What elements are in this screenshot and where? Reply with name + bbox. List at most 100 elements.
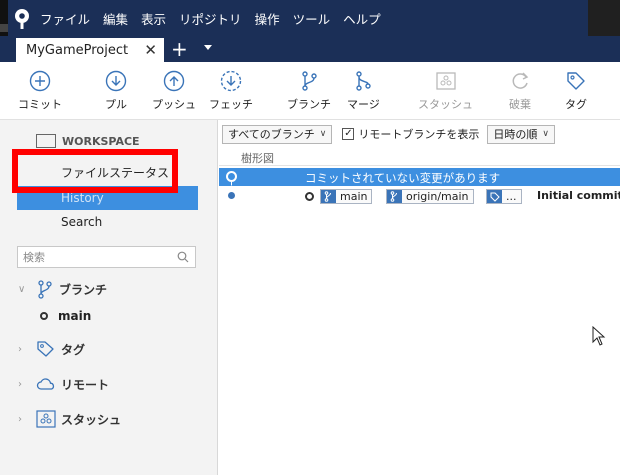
branch-icon bbox=[387, 190, 402, 203]
branch-label: main bbox=[58, 309, 92, 323]
commit-row-initial[interactable]: main origin/main ... Initial commit bbox=[219, 187, 620, 206]
window-edge bbox=[588, 0, 620, 36]
sort-order-dropdown[interactable]: 日時の順 ∨ bbox=[487, 124, 555, 144]
branch-filter-dropdown[interactable]: すべてのブランチ ∨ bbox=[222, 124, 333, 144]
tab-title: MyGameProject bbox=[26, 42, 129, 58]
commit-message: コミットされていない変更があります bbox=[305, 171, 501, 185]
discard-icon bbox=[512, 72, 529, 89]
tag-button[interactable]: タグ bbox=[565, 70, 587, 112]
tab-mygameproject[interactable]: MyGameProject ✕ bbox=[16, 38, 164, 62]
graph-node-icon bbox=[226, 171, 237, 182]
pull-button[interactable]: プル bbox=[105, 70, 127, 112]
pull-label: プル bbox=[105, 98, 127, 111]
menu-edit[interactable]: 編集 bbox=[103, 9, 128, 28]
sidebar-item-label: ファイルステータス bbox=[61, 165, 170, 180]
section-tags[interactable]: › タグ bbox=[18, 338, 85, 360]
branch-label: ブランチ bbox=[287, 98, 331, 111]
ref-badge-tag: ... bbox=[486, 189, 522, 204]
sidebar-search bbox=[17, 246, 196, 268]
chevron-down-icon: ∨ bbox=[542, 129, 549, 139]
ref-badge-origin-main: origin/main bbox=[386, 189, 474, 204]
menu-bar: ファイル 編集 表示 リポジトリ 操作 ツール ヘルプ bbox=[0, 0, 620, 36]
arrow-down-circle-icon bbox=[105, 70, 127, 92]
workspace-title: WORKSPACE bbox=[62, 134, 140, 148]
column-graph[interactable]: 樹形図 bbox=[241, 150, 274, 166]
push-label: プッシュ bbox=[152, 98, 196, 111]
show-remote-branches-checkbox[interactable]: ✓ リモートブランチを表示 bbox=[342, 126, 479, 142]
push-button[interactable]: プッシュ bbox=[152, 70, 196, 112]
sidebar-item-search[interactable]: Search bbox=[17, 210, 198, 234]
sidebar: WORKSPACE ファイルステータス History Search ∨ ブラン… bbox=[0, 120, 218, 475]
section-label: リモート bbox=[61, 377, 110, 392]
current-branch-icon bbox=[40, 312, 48, 320]
branch-icon bbox=[38, 280, 52, 299]
workspace-header: WORKSPACE bbox=[36, 134, 140, 148]
workspace-icon bbox=[36, 134, 56, 148]
merge-label: マージ bbox=[347, 98, 380, 111]
tab-bar: MyGameProject ✕ + bbox=[0, 36, 620, 62]
checkbox-checked-icon: ✓ bbox=[342, 128, 355, 140]
cloud-icon bbox=[36, 378, 55, 390]
menu-help[interactable]: ヘルプ bbox=[343, 9, 381, 28]
fetch-button[interactable]: フェッチ bbox=[209, 70, 253, 112]
search-input[interactable] bbox=[18, 250, 175, 264]
menu-file[interactable]: ファイル bbox=[40, 9, 90, 28]
commit-row-uncommitted[interactable]: コミットされていない変更があります bbox=[219, 168, 620, 192]
tag-label: タグ bbox=[565, 98, 587, 111]
commit-message: Initial commit bbox=[537, 189, 620, 202]
menu-repository[interactable]: リポジトリ bbox=[179, 9, 242, 28]
discard-button[interactable]: 破棄 bbox=[509, 70, 531, 112]
menu-tools[interactable]: ツール bbox=[293, 9, 331, 28]
ref-label: origin/main bbox=[406, 190, 469, 203]
section-stashes[interactable]: › スタッシュ bbox=[18, 408, 121, 430]
sidebar-item-file-status[interactable]: ファイルステータス bbox=[17, 160, 198, 184]
mouse-cursor-icon bbox=[592, 326, 606, 346]
menu-items: ファイル 編集 表示 リポジトリ 操作 ツール ヘルプ bbox=[40, 0, 394, 36]
column-header: 樹形図 bbox=[219, 148, 620, 166]
branch-icon bbox=[321, 190, 336, 203]
menu-actions[interactable]: 操作 bbox=[255, 9, 280, 28]
fetch-label: フェッチ bbox=[209, 98, 253, 111]
fetch-icon bbox=[220, 70, 242, 92]
history-pane: すべてのブランチ ∨ ✓ リモートブランチを表示 日時の順 ∨ 樹形図 コミット… bbox=[219, 120, 620, 475]
search-icon bbox=[177, 251, 189, 263]
branch-icon bbox=[302, 71, 317, 91]
ref-badge-main: main bbox=[320, 189, 373, 204]
tag-icon bbox=[37, 341, 54, 357]
merge-icon bbox=[356, 71, 372, 91]
chevron-right-icon: › bbox=[18, 413, 22, 425]
branch-item-main[interactable]: main bbox=[40, 309, 91, 323]
tag-icon bbox=[487, 190, 502, 203]
chevron-down-icon[interactable] bbox=[204, 45, 212, 50]
arrow-up-circle-icon bbox=[163, 70, 185, 92]
section-label: スタッシュ bbox=[61, 412, 122, 427]
section-remotes[interactable]: › リモート bbox=[18, 373, 109, 395]
stash-label: スタッシュ bbox=[418, 98, 473, 111]
section-label: タグ bbox=[61, 342, 86, 357]
branch-filter-value: すべてのブランチ bbox=[228, 128, 315, 141]
tag-icon bbox=[567, 72, 585, 90]
add-tab-button[interactable]: + bbox=[171, 37, 188, 61]
commit-button[interactable]: コミット bbox=[18, 70, 62, 112]
stash-icon bbox=[36, 410, 56, 428]
stash-button[interactable]: スタッシュ bbox=[418, 70, 473, 112]
chevron-down-icon: ∨ bbox=[18, 283, 26, 295]
chevron-right-icon: › bbox=[18, 378, 22, 390]
checkbox-label: リモートブランチを表示 bbox=[358, 128, 480, 141]
plus-circle-icon bbox=[29, 70, 51, 92]
sidebar-item-history[interactable]: History bbox=[17, 186, 198, 210]
section-label: ブランチ bbox=[59, 282, 108, 297]
sidebar-item-label: Search bbox=[61, 215, 103, 229]
merge-button[interactable]: マージ bbox=[347, 70, 380, 112]
head-indicator-icon bbox=[305, 192, 314, 201]
ref-label: ... bbox=[506, 190, 517, 203]
graph-node-icon bbox=[228, 192, 235, 199]
commit-label: コミット bbox=[18, 98, 62, 111]
menu-view[interactable]: 表示 bbox=[141, 9, 166, 28]
branch-button[interactable]: ブランチ bbox=[287, 70, 331, 112]
section-branches[interactable]: ∨ ブランチ bbox=[18, 278, 107, 300]
stash-icon bbox=[435, 72, 456, 90]
close-icon[interactable]: ✕ bbox=[144, 41, 157, 59]
chevron-right-icon: › bbox=[18, 343, 22, 355]
history-filter-bar: すべてのブランチ ∨ ✓ リモートブランチを表示 日時の順 ∨ bbox=[219, 123, 620, 145]
